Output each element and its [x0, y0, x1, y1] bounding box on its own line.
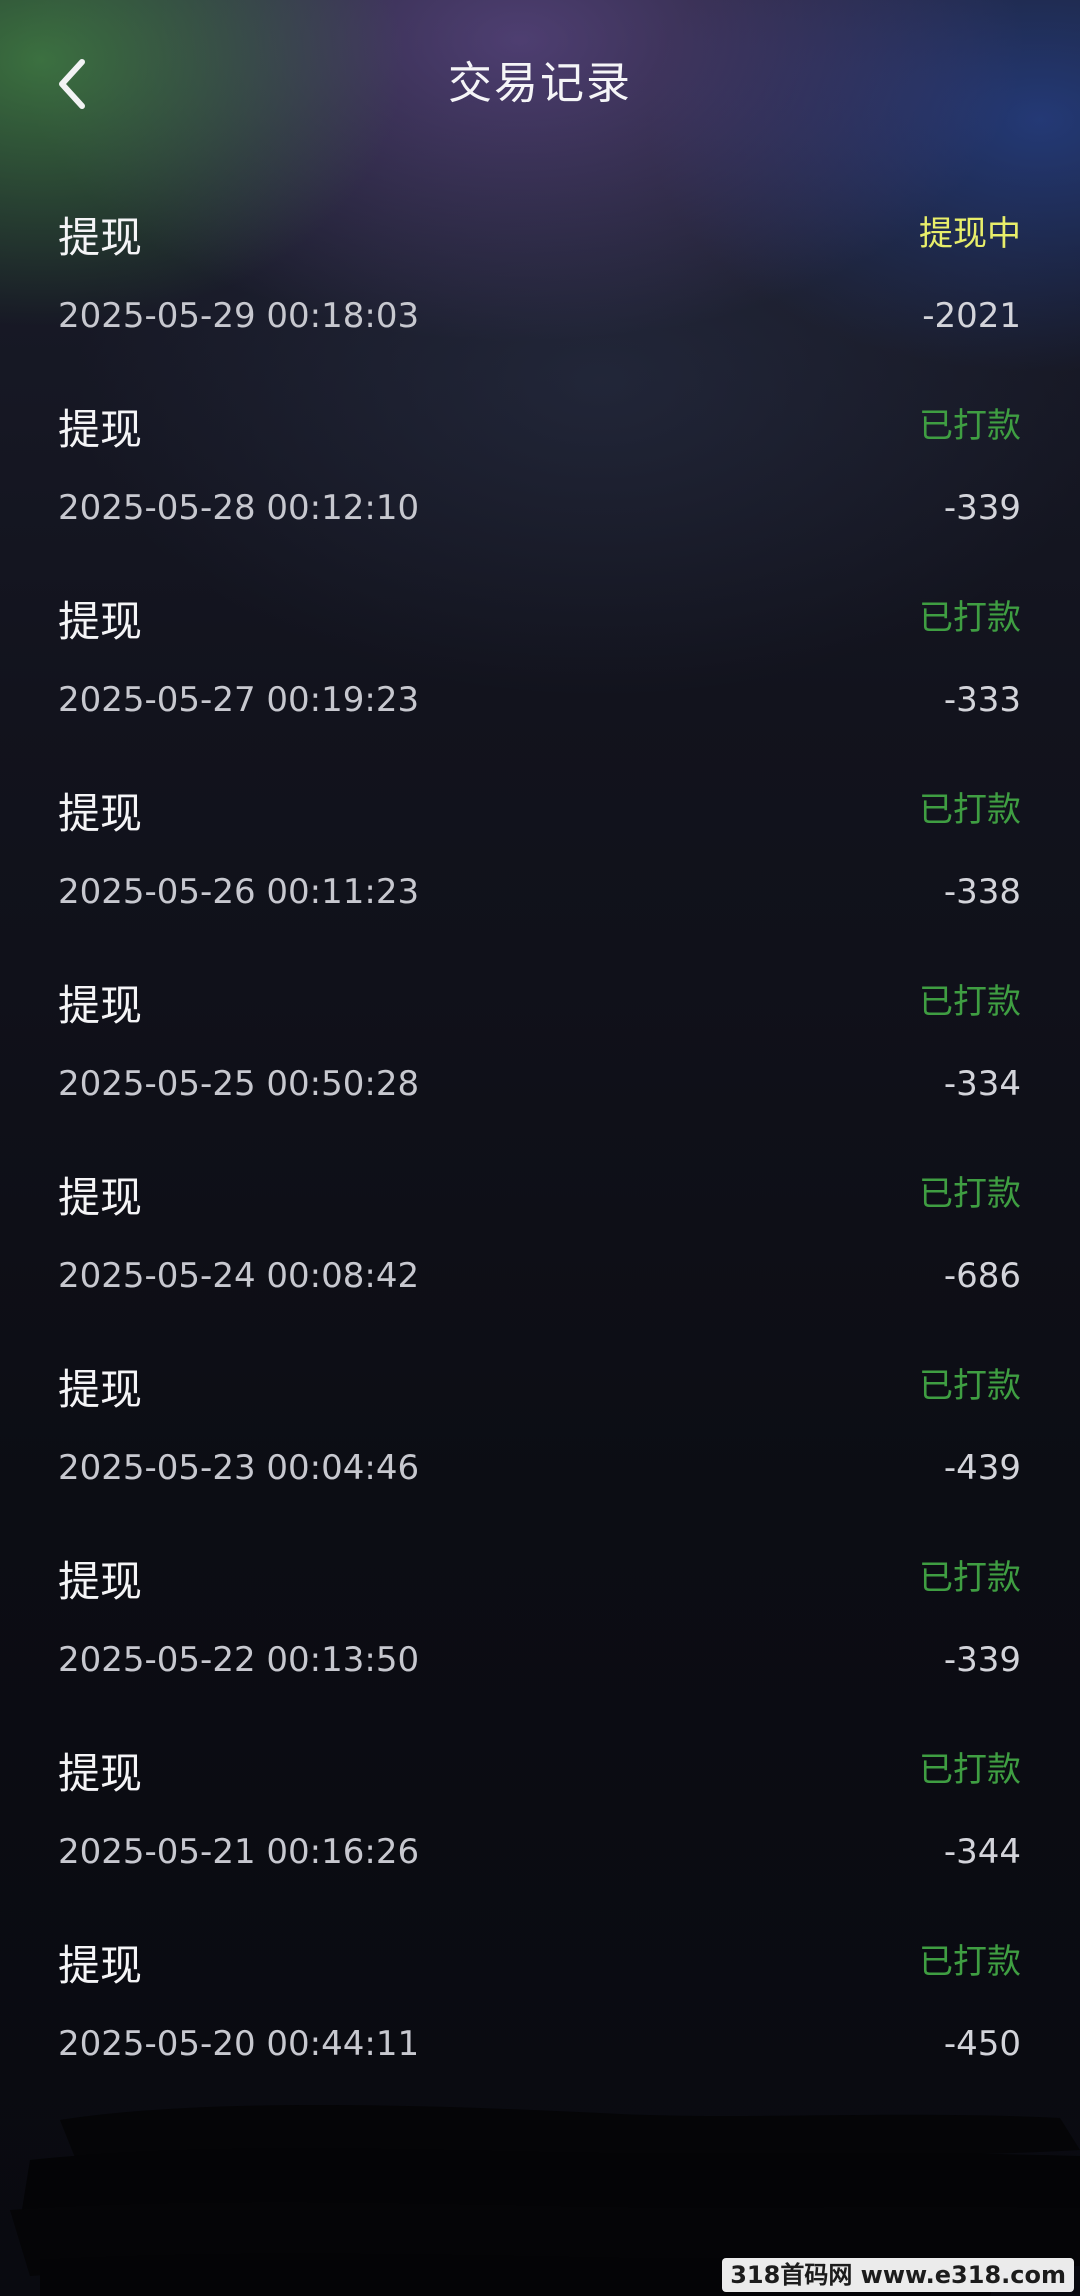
transaction-amount: -2021 [922, 296, 1021, 336]
transaction-row[interactable]: 提现 已打款 2025-05-22 00:13:50 -339 [0, 1536, 1080, 1728]
page-title: 交易记录 [448, 58, 632, 109]
app-header: 交易记录 [0, 0, 1080, 165]
transaction-row[interactable]: 提现 已打款 2025-05-20 00:44:11 -450 [0, 1920, 1080, 2112]
transaction-row[interactable]: 提现 已打款 2025-05-26 00:11:23 -338 [0, 768, 1080, 960]
transaction-type: 提现 [58, 597, 143, 646]
transaction-type: 提现 [58, 1173, 143, 1222]
transaction-time: 2025-05-24 00:08:42 [58, 1256, 420, 1296]
transaction-status: 已打款 [919, 1366, 1021, 1406]
transaction-type: 提现 [58, 1557, 143, 1606]
transaction-status: 已打款 [919, 1174, 1021, 1214]
transaction-type: 提现 [58, 1941, 143, 1990]
transaction-type: 提现 [58, 213, 143, 262]
transaction-status: 已打款 [919, 406, 1021, 446]
transaction-amount: -344 [943, 1832, 1021, 1872]
transaction-amount: -450 [943, 2024, 1021, 2064]
transaction-type: 提现 [58, 1365, 143, 1414]
transaction-status: 已打款 [919, 1942, 1021, 1982]
transaction-row[interactable]: 提现 已打款 2025-05-23 00:04:46 -439 [0, 1344, 1080, 1536]
transaction-row[interactable]: 提现 已打款 2025-05-24 00:08:42 -686 [0, 1152, 1080, 1344]
transaction-status: 已打款 [919, 790, 1021, 830]
transaction-time: 2025-05-29 00:18:03 [58, 296, 420, 336]
transaction-time: 2025-05-25 00:50:28 [58, 1064, 420, 1104]
transaction-time: 2025-05-23 00:04:46 [58, 1448, 420, 1488]
transaction-type: 提现 [58, 789, 143, 838]
transaction-time: 2025-05-22 00:13:50 [58, 1640, 420, 1680]
transaction-time: 2025-05-26 00:11:23 [58, 872, 420, 912]
transaction-time: 2025-05-27 00:19:23 [58, 680, 420, 720]
transaction-row[interactable]: 提现 已打款 2025-05-21 00:16:26 -344 [0, 1728, 1080, 1920]
transaction-amount: -339 [943, 488, 1021, 528]
transaction-time: 2025-05-21 00:16:26 [58, 1832, 420, 1872]
transaction-amount: -686 [943, 1256, 1021, 1296]
transaction-row[interactable]: 提现 已打款 2025-05-27 00:19:23 -333 [0, 576, 1080, 768]
transaction-type: 提现 [58, 405, 143, 454]
transaction-status: 已打款 [919, 598, 1021, 638]
transaction-row[interactable]: 提现 提现中 2025-05-29 00:18:03 -2021 [0, 192, 1080, 384]
transaction-amount: -333 [943, 680, 1021, 720]
transaction-amount: -439 [943, 1448, 1021, 1488]
transaction-status: 已打款 [919, 1750, 1021, 1790]
transaction-list: 提现 提现中 2025-05-29 00:18:03 -2021 提现 已打款 … [0, 192, 1080, 2112]
transaction-status: 已打款 [919, 982, 1021, 1022]
transaction-time: 2025-05-28 00:12:10 [58, 488, 420, 528]
transaction-type: 提现 [58, 1749, 143, 1798]
transaction-time: 2025-05-20 00:44:11 [58, 2024, 420, 2064]
site-watermark: 318首码网 www.e318.com [722, 2258, 1074, 2292]
transaction-amount: -338 [943, 872, 1021, 912]
transaction-status: 提现中 [919, 214, 1021, 254]
transaction-type: 提现 [58, 981, 143, 1030]
transaction-amount: -334 [943, 1064, 1021, 1104]
transaction-row[interactable]: 提现 已打款 2025-05-28 00:12:10 -339 [0, 384, 1080, 576]
transaction-row[interactable]: 提现 已打款 2025-05-25 00:50:28 -334 [0, 960, 1080, 1152]
transaction-amount: -339 [943, 1640, 1021, 1680]
transaction-status: 已打款 [919, 1558, 1021, 1598]
